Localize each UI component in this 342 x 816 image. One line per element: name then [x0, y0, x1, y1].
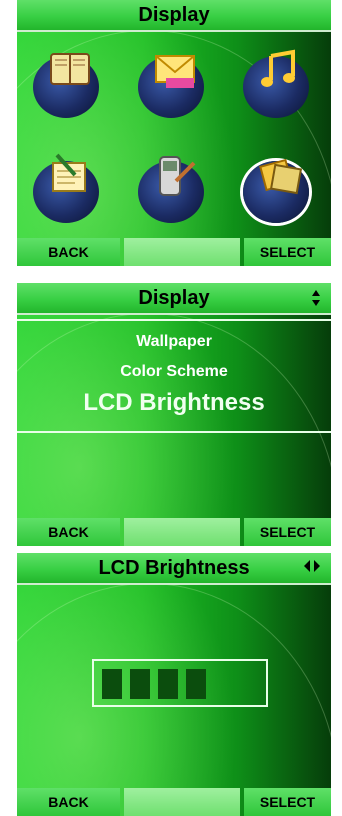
phone-settings-icon — [159, 156, 196, 196]
back-softkey[interactable]: BACK — [17, 238, 120, 266]
brightness-segment — [158, 669, 178, 699]
brightness-segment — [130, 669, 150, 699]
center-softkey[interactable] — [124, 238, 240, 266]
page-title: LCD Brightness — [98, 556, 250, 579]
page-title: Display — [138, 286, 210, 309]
grid-item-music[interactable] — [237, 42, 321, 126]
music-icon — [261, 49, 295, 87]
grid-item-notepad[interactable] — [27, 147, 111, 231]
softkey-bar: BACK SELECT — [17, 788, 331, 816]
brightness-screen: LCD Brightness BACK SELECT — [17, 553, 331, 816]
select-softkey[interactable]: SELECT — [244, 788, 331, 816]
icon-grid — [27, 42, 321, 238]
softkey-bar: BACK SELECT — [17, 238, 331, 266]
display-grid-screen: Display BACK SELECT — [17, 0, 331, 266]
menu-item-wallpaper[interactable]: Wallpaper — [17, 333, 331, 351]
brightness-segment — [102, 669, 122, 699]
display-photo-icon — [259, 158, 303, 195]
brightness-meter[interactable] — [92, 659, 268, 707]
back-softkey[interactable]: BACK — [17, 518, 120, 546]
notepad-icon — [52, 153, 86, 192]
menu-list: Wallpaper Color Scheme LCD Brightness — [17, 319, 331, 433]
menu-item-color-scheme[interactable]: Color Scheme — [17, 363, 331, 381]
left-right-arrows-icon — [303, 559, 321, 578]
title-bar: LCD Brightness — [17, 553, 331, 585]
scroll-updown-icon — [311, 289, 321, 312]
center-softkey[interactable] — [124, 788, 240, 816]
menu-item-lcd-brightness[interactable]: LCD Brightness — [17, 389, 331, 417]
page-title: Display — [138, 3, 210, 26]
brightness-segment — [186, 669, 206, 699]
grid-item-display[interactable] — [237, 147, 321, 231]
mail-icon — [155, 55, 195, 88]
grid-item-phone-settings[interactable] — [132, 147, 216, 231]
title-bar: Display — [17, 283, 331, 315]
display-list-screen: Display Wallpaper Color Scheme LCD Brigh… — [17, 283, 331, 546]
title-bar: Display — [17, 0, 331, 32]
book-icon — [50, 53, 90, 85]
grid-item-mail[interactable] — [132, 42, 216, 126]
back-softkey[interactable]: BACK — [17, 788, 120, 816]
center-softkey[interactable] — [124, 518, 240, 546]
select-softkey[interactable]: SELECT — [244, 238, 331, 266]
select-softkey[interactable]: SELECT — [244, 518, 331, 546]
softkey-bar: BACK SELECT — [17, 518, 331, 546]
grid-item-book[interactable] — [27, 42, 111, 126]
